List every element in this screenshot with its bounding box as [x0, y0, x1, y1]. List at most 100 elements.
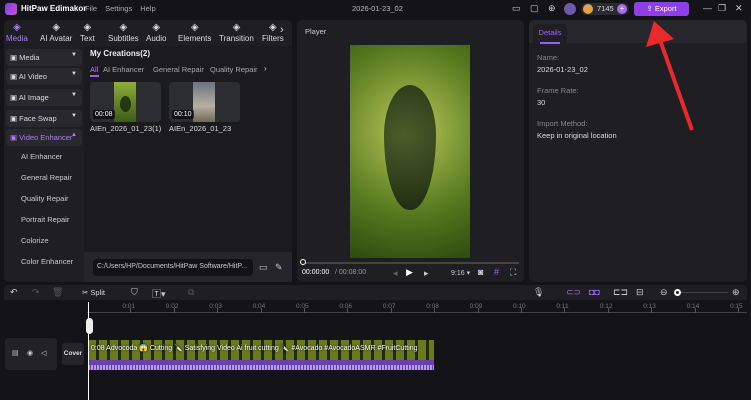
- caret-down-icon: ▼: [71, 92, 77, 98]
- sidebar-item-media[interactable]: ▣ Media ▼: [6, 49, 82, 66]
- project-title: 2026-01-23_02: [352, 4, 403, 13]
- video-preview[interactable]: [350, 45, 470, 258]
- library-item[interactable]: 00:08: [90, 82, 161, 122]
- media-icon: ◈: [13, 22, 21, 33]
- ruler-tick-label: 0:13: [643, 303, 656, 310]
- magnet-icon[interactable]: ◘◘: [589, 287, 600, 297]
- library-title: My Creations(2): [90, 49, 151, 58]
- minimize-icon[interactable]: —: [703, 3, 712, 13]
- close-icon[interactable]: ✕: [735, 3, 743, 14]
- folder-icon[interactable]: ▭: [259, 262, 268, 273]
- ruler-tick-label: 0:11: [556, 303, 569, 310]
- title-bar: HitPaw Edimakor File Settings Help 2026-01…: [0, 0, 751, 18]
- sidebar-subitem[interactable]: Color Enhancer: [21, 257, 73, 266]
- player-progress[interactable]: [302, 262, 519, 264]
- path-field[interactable]: C:/Users/HP/Documents/HitPaw Software/Hi…: [93, 259, 253, 276]
- play-icon[interactable]: ▶: [406, 267, 413, 278]
- sidebar-icon: ▣: [10, 72, 19, 81]
- add-coins-button[interactable]: +: [617, 4, 627, 14]
- download-icon[interactable]: ⊕: [548, 3, 556, 14]
- filter-tab[interactable]: Quality Repair: [210, 65, 258, 74]
- detail-value: 30: [537, 98, 546, 107]
- filter-tab[interactable]: All: [90, 65, 98, 74]
- ruler-tick-label: 0:02: [165, 303, 179, 310]
- tab-media[interactable]: ◈ Media: [6, 22, 28, 43]
- menu-file[interactable]: File: [85, 4, 97, 13]
- video-clip[interactable]: 0:08 Advocoda 😱 Cutting 🔪 Satisfying Vid…: [88, 340, 434, 360]
- export-button[interactable]: ⇪ Export: [634, 2, 689, 16]
- detach-icon[interactable]: ⊏⊐: [613, 287, 628, 298]
- fit-icon[interactable]: ⊟: [636, 287, 644, 298]
- ruler-tick-label: 0:04: [252, 303, 266, 310]
- sidebar-icon: ▣: [10, 133, 20, 142]
- text-template-icon[interactable]: 🅃▾: [152, 287, 166, 300]
- sidebar-item-ai-image[interactable]: ▣ AI Image ▼: [6, 89, 82, 106]
- sidebar-item-face-swap[interactable]: ▣ Face Swap ▼: [6, 110, 82, 127]
- aspect-ratio-select[interactable]: 9:16 ▾: [451, 269, 470, 277]
- app-title: HitPaw Edimakor: [21, 4, 87, 13]
- sidebar-icon: ▣: [10, 114, 20, 123]
- sidebar-subitem[interactable]: AI Enhancer: [21, 152, 62, 161]
- link-icon[interactable]: ⊂⊃: [566, 287, 581, 298]
- ruler-tick-label: 0:01: [122, 303, 136, 310]
- restore-icon[interactable]: ❐: [718, 3, 726, 14]
- cover-button[interactable]: Cover: [62, 343, 84, 365]
- crop-icon[interactable]: ⧉: [188, 287, 194, 298]
- redo-icon[interactable]: ↷: [32, 287, 40, 298]
- library-item[interactable]: 00:10: [169, 82, 240, 122]
- mute-icon[interactable]: ◁: [41, 349, 46, 357]
- transition-icon: ◈: [232, 22, 241, 33]
- tab-text[interactable]: ◈ Text: [80, 22, 95, 43]
- zoom-slider[interactable]: [678, 292, 728, 293]
- text-icon: ◈: [83, 22, 92, 33]
- sidebar-subitem[interactable]: Colorize: [21, 236, 49, 245]
- zoom-out-icon[interactable]: ⊖: [660, 287, 668, 298]
- progress-handle[interactable]: [300, 259, 306, 265]
- grid-icon[interactable]: #: [494, 267, 499, 277]
- zoom-slider-handle[interactable]: [674, 289, 681, 296]
- tabs-next-icon[interactable]: ›: [280, 24, 284, 36]
- tab-details[interactable]: Details: [533, 24, 567, 43]
- split-button[interactable]: ✂ Split: [82, 288, 105, 297]
- microphone-icon[interactable]: 🎙: [533, 287, 544, 298]
- marker-icon[interactable]: ⛉: [131, 287, 138, 298]
- total-time: / 00:08:00: [335, 269, 367, 276]
- lock-icon[interactable]: ▤: [12, 349, 19, 357]
- next-frame-icon[interactable]: ▸: [424, 268, 429, 279]
- sidebar-subitem[interactable]: Portrait Repair: [21, 215, 69, 224]
- tab-ai-avatar[interactable]: ◈ AI Avatar: [40, 22, 72, 43]
- playhead[interactable]: [88, 302, 89, 400]
- sidebar-subitem[interactable]: Quality Repair: [21, 194, 69, 203]
- filter-tab[interactable]: General Repair: [153, 65, 204, 74]
- fullscreen-icon[interactable]: ⛶: [510, 267, 516, 278]
- prev-frame-icon[interactable]: ◂: [393, 268, 398, 279]
- sidebar-subitem[interactable]: General Repair: [21, 173, 72, 182]
- visibility-icon[interactable]: ◉: [27, 349, 33, 357]
- filters-next-icon[interactable]: ›: [264, 64, 267, 73]
- snapshot-icon[interactable]: ◙: [478, 267, 483, 277]
- sidebar-item-ai-video[interactable]: ▣ AI Video ▼: [6, 68, 82, 85]
- detail-value: 2026-01-23_02: [537, 65, 588, 74]
- zoom-in-icon[interactable]: ⊕: [732, 287, 740, 298]
- tab-transition[interactable]: ◈ Transition: [219, 22, 254, 43]
- tab-audio[interactable]: ◈ Audio: [146, 22, 166, 43]
- edit-path-icon[interactable]: ✎: [275, 262, 283, 273]
- avatar-icon: ◈: [52, 22, 61, 33]
- details-panel: [529, 20, 747, 282]
- tab-elements[interactable]: ◈ Elements: [178, 22, 211, 43]
- subtitles-icon: ◈: [119, 22, 128, 33]
- undo-icon[interactable]: ↶: [10, 287, 18, 298]
- filter-tab[interactable]: AI Enhancer: [103, 65, 144, 74]
- menu-help[interactable]: Help: [140, 4, 155, 13]
- delete-icon[interactable]: 🗑: [52, 287, 63, 298]
- feedback-icon[interactable]: ▢: [530, 3, 539, 14]
- layout-icon[interactable]: ▭: [512, 3, 521, 14]
- menu-settings[interactable]: Settings: [105, 4, 132, 13]
- sidebar-item-video-enhancer[interactable]: ▣ Video Enhancer ▲: [6, 129, 82, 146]
- ruler-tick-label: 0:08: [426, 303, 439, 310]
- playhead-handle[interactable]: [86, 318, 93, 334]
- avatar[interactable]: [564, 3, 576, 15]
- audio-waveform: [88, 360, 434, 370]
- tab-subtitles[interactable]: ◈ Subtitles: [108, 22, 139, 43]
- detail-label: Import Method:: [537, 119, 588, 128]
